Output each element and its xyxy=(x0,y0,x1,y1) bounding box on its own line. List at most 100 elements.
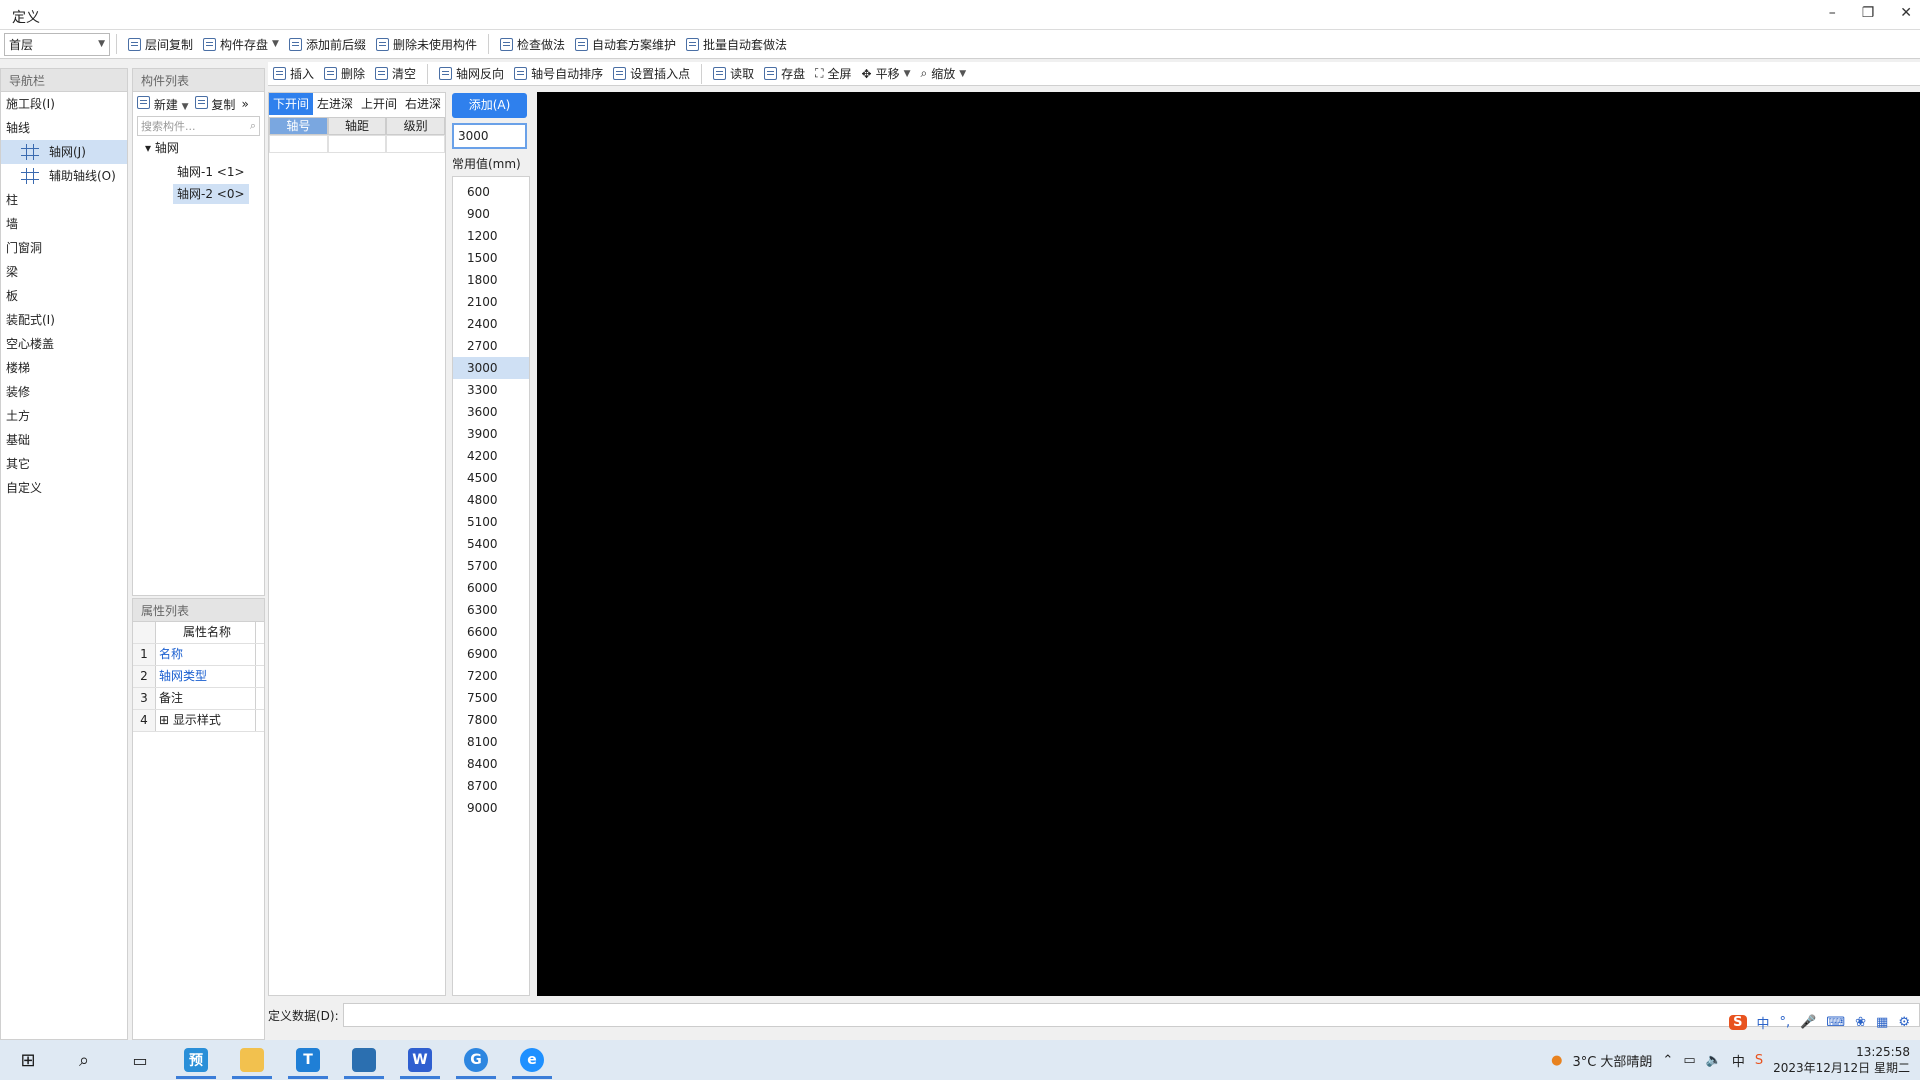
search-button[interactable]: ⌕ xyxy=(56,1040,112,1080)
save-component-button[interactable]: 构件存盘 ▼ xyxy=(198,33,284,55)
copy-between-floors-button[interactable]: 层间复制 xyxy=(123,33,198,55)
taskbar-app-estimate[interactable]: 预 xyxy=(168,1040,224,1080)
table-row[interactable] xyxy=(269,135,446,153)
close-icon[interactable]: ✕ xyxy=(1900,5,1912,21)
settings-icon[interactable]: ⚙ xyxy=(1898,1015,1910,1030)
ime-mode-icon[interactable]: 中 xyxy=(1732,1051,1745,1070)
batch-auto-method-button[interactable]: 批量自动套做法 xyxy=(681,33,792,55)
common-value-item[interactable]: 7500 xyxy=(453,687,529,709)
taskbar-app-wps[interactable]: W xyxy=(392,1040,448,1080)
table-cell[interactable] xyxy=(327,135,387,153)
add-button[interactable]: 添加(A) xyxy=(452,93,527,118)
chevron-down-icon[interactable]: ▼ xyxy=(272,39,279,49)
reverse-grid-button[interactable]: 轴网反向 xyxy=(434,63,509,85)
nav-item-decoration[interactable]: 装修 xyxy=(1,380,127,404)
nav-item-slab[interactable]: 板 xyxy=(1,284,127,308)
auto-scheme-button[interactable]: 自动套方案维护 xyxy=(570,33,681,55)
common-value-item[interactable]: 1500 xyxy=(453,247,529,269)
column-level[interactable]: 级别 xyxy=(386,117,446,135)
common-value-item[interactable]: 4200 xyxy=(453,445,529,467)
punctuation-icon[interactable]: °, xyxy=(1780,1015,1791,1030)
delete-button[interactable]: 删除 xyxy=(319,63,370,85)
minimize-icon[interactable]: – xyxy=(1829,5,1836,21)
property-row[interactable]: 4 ⊞ 显示样式 xyxy=(133,710,264,732)
auto-sort-button[interactable]: 轴号自动排序 xyxy=(509,63,608,85)
volume-icon[interactable]: 🔈 xyxy=(1706,1053,1722,1068)
common-value-item[interactable]: 6600 xyxy=(453,621,529,643)
common-value-item[interactable]: 9000 xyxy=(453,797,529,819)
common-value-item[interactable]: 4800 xyxy=(453,489,529,511)
expand-icon[interactable]: ⊞ xyxy=(159,713,169,727)
taskbar-app-cad[interactable] xyxy=(336,1040,392,1080)
delete-unused-button[interactable]: 删除未使用构件 xyxy=(371,33,482,55)
weather-icon[interactable]: ● xyxy=(1551,1053,1562,1068)
property-row[interactable]: 1 名称 xyxy=(133,644,264,666)
property-value[interactable] xyxy=(256,688,264,709)
tree-root-axis-grid[interactable]: ▾ 轴网 xyxy=(133,136,264,160)
set-insert-point-button[interactable]: 设置插入点 xyxy=(608,63,695,85)
definition-data-input[interactable] xyxy=(342,1003,1920,1027)
common-value-item[interactable]: 8700 xyxy=(453,775,529,797)
nav-item-wall[interactable]: 墙 xyxy=(1,212,127,236)
new-component-button[interactable]: 新建 ▼ xyxy=(137,95,189,113)
property-value[interactable] xyxy=(256,710,264,731)
common-value-item[interactable]: 900 xyxy=(453,203,529,225)
save-button[interactable]: 存盘 xyxy=(759,63,810,85)
pan-button[interactable]: ✥ 平移 ▼ xyxy=(857,63,916,85)
common-value-item[interactable]: 3600 xyxy=(453,401,529,423)
taskbar-app-ie[interactable]: e xyxy=(504,1040,560,1080)
common-value-item[interactable]: 7800 xyxy=(453,709,529,731)
floor-select[interactable]: 首层 ▼ xyxy=(4,32,110,56)
nav-item-beam[interactable]: 梁 xyxy=(1,260,127,284)
more-icon[interactable]: » xyxy=(241,97,248,111)
common-value-item[interactable]: 7200 xyxy=(453,665,529,687)
common-value-item[interactable]: 6300 xyxy=(453,599,529,621)
read-button[interactable]: 读取 xyxy=(708,63,759,85)
tree-leaf-grid-1[interactable]: 轴网-1 <1> xyxy=(173,162,249,182)
nav-item-other[interactable]: 其它 xyxy=(1,452,127,476)
common-value-item[interactable]: 1200 xyxy=(453,225,529,247)
common-value-item[interactable]: 5700 xyxy=(453,555,529,577)
nav-item-stairs[interactable]: 楼梯 xyxy=(1,356,127,380)
microphone-icon[interactable]: 🎤 xyxy=(1800,1015,1816,1030)
chevron-down-icon[interactable]: ▼ xyxy=(904,69,911,79)
component-search-input[interactable]: 搜索构件... ⌕ xyxy=(137,116,260,136)
common-value-item[interactable]: 2700 xyxy=(453,335,529,357)
zoom-button[interactable]: ⌕ 缩放 ▼ xyxy=(916,63,972,85)
property-value[interactable] xyxy=(256,644,264,665)
check-method-button[interactable]: 检查做法 xyxy=(495,33,570,55)
nav-item-earthwork[interactable]: 土方 xyxy=(1,404,127,428)
tab-left-depth[interactable]: 左进深 xyxy=(313,93,357,115)
task-view-button[interactable]: ▭ xyxy=(112,1040,168,1080)
property-row[interactable]: 3 备注 xyxy=(133,688,264,710)
common-value-item[interactable]: 5100 xyxy=(453,511,529,533)
drawing-canvas[interactable] xyxy=(537,92,1920,996)
chevron-down-icon[interactable]: ▼ xyxy=(959,69,966,79)
copy-component-button[interactable]: 复制 xyxy=(194,95,235,113)
collapse-icon[interactable]: ▾ xyxy=(145,141,151,155)
table-cell[interactable] xyxy=(386,135,446,153)
common-value-item[interactable]: 4500 xyxy=(453,467,529,489)
sogou-tray-icon[interactable]: S xyxy=(1755,1053,1763,1068)
nav-sub-aux-axis[interactable]: 辅助轴线(O) xyxy=(1,164,127,188)
network-icon[interactable]: ▭ xyxy=(1683,1053,1695,1068)
spacing-value-input[interactable]: 3000 xyxy=(452,123,527,149)
common-value-item[interactable]: 2100 xyxy=(453,291,529,313)
property-value[interactable] xyxy=(256,666,264,687)
chevron-down-icon[interactable]: ▼ xyxy=(182,102,189,112)
common-value-item[interactable]: 6900 xyxy=(453,643,529,665)
weather-text[interactable]: 3°C 大部晴朗 xyxy=(1572,1051,1652,1070)
taskbar-app-browser[interactable]: G xyxy=(448,1040,504,1080)
tab-right-depth[interactable]: 右进深 xyxy=(401,93,445,115)
common-value-item[interactable]: 2400 xyxy=(453,313,529,335)
sogou-icon[interactable]: S xyxy=(1729,1015,1747,1030)
column-axis-distance[interactable]: 轴距 xyxy=(327,117,387,135)
common-value-item[interactable]: 8400 xyxy=(453,753,529,775)
common-value-item[interactable]: 8100 xyxy=(453,731,529,753)
clock[interactable]: 13:25:58 2023年12月12日 星期二 xyxy=(1773,1044,1910,1076)
nav-item-door-window[interactable]: 门窗洞 xyxy=(1,236,127,260)
table-cell[interactable] xyxy=(269,135,328,153)
common-value-item[interactable]: 600 xyxy=(453,181,529,203)
taskbar-app-t[interactable]: T xyxy=(280,1040,336,1080)
tree-leaf-grid-2[interactable]: 轴网-2 <0> xyxy=(173,184,249,204)
